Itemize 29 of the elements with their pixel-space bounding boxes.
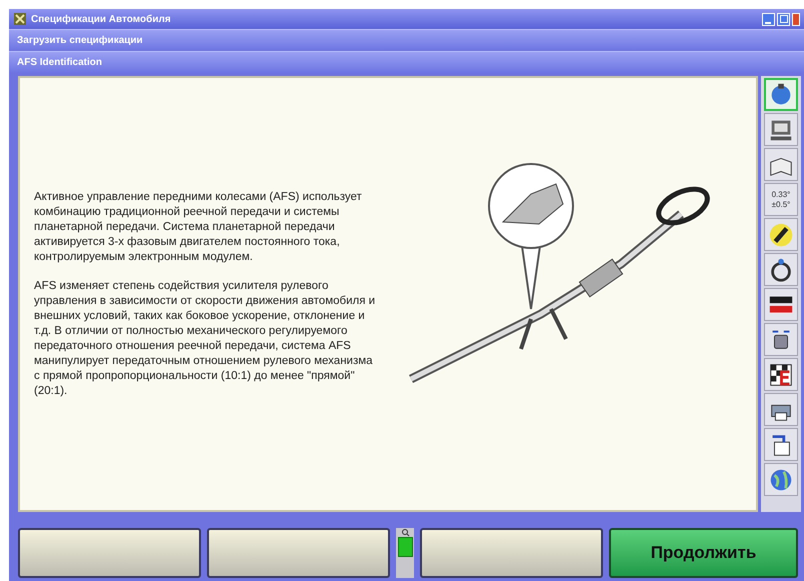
tool-button[interactable] (764, 113, 798, 146)
tool-button[interactable] (764, 393, 798, 426)
blank-button[interactable] (207, 528, 390, 578)
maximize-button[interactable] (777, 12, 790, 26)
section-title: AFS Identification (17, 56, 102, 70)
description-paragraph: AFS изменяет степень содействия усилителя рулевого управления в зависимости от скорости движения автомобиля и внешних условий, таких как боковое ускорение, отклонение и т.д. В отличии от полностью механического регулируемого передаточного отношения реечной передачи, система AFS манипулирует передаточным отношением рулевого механизма с прямой пропропорциональности (10:1) до менее "прямой" (20:1). (34, 278, 376, 398)
minimize-button[interactable] (762, 12, 775, 26)
tool-button[interactable] (764, 428, 798, 461)
description-paragraph: Активное управление передними колесами (AFS) использует комбинацию традиционной реечной передачи и системы планетарной передачи. Система планетарной передачи активируется 3-х фазовым двигателем постоянного тока, контролируемым электронным модулем. (34, 190, 363, 264)
tool-button[interactable] (764, 78, 798, 111)
status-indicator (398, 537, 412, 557)
blank-button[interactable] (18, 528, 201, 578)
tool-button[interactable] (764, 253, 798, 286)
tool-button[interactable] (764, 323, 798, 356)
tool-button[interactable] (764, 148, 798, 181)
reading-value: 0.33° (772, 190, 790, 200)
tool-button[interactable] (764, 358, 798, 391)
tool-button[interactable] (764, 218, 798, 251)
reading-value: ±0.5° (772, 200, 790, 210)
tool-button[interactable] (764, 288, 798, 321)
continue-button[interactable]: Продолжить (609, 528, 798, 578)
close-button[interactable] (792, 12, 800, 26)
blank-button[interactable] (420, 528, 603, 578)
zoom-icon (400, 528, 410, 537)
reading-tool[interactable]: 0.33° ±0.5° (764, 183, 798, 216)
minimize-icon (765, 20, 772, 24)
window-title: Спецификации Автомобиля (31, 12, 171, 26)
app-icon (13, 12, 27, 26)
maximize-icon (780, 15, 788, 23)
